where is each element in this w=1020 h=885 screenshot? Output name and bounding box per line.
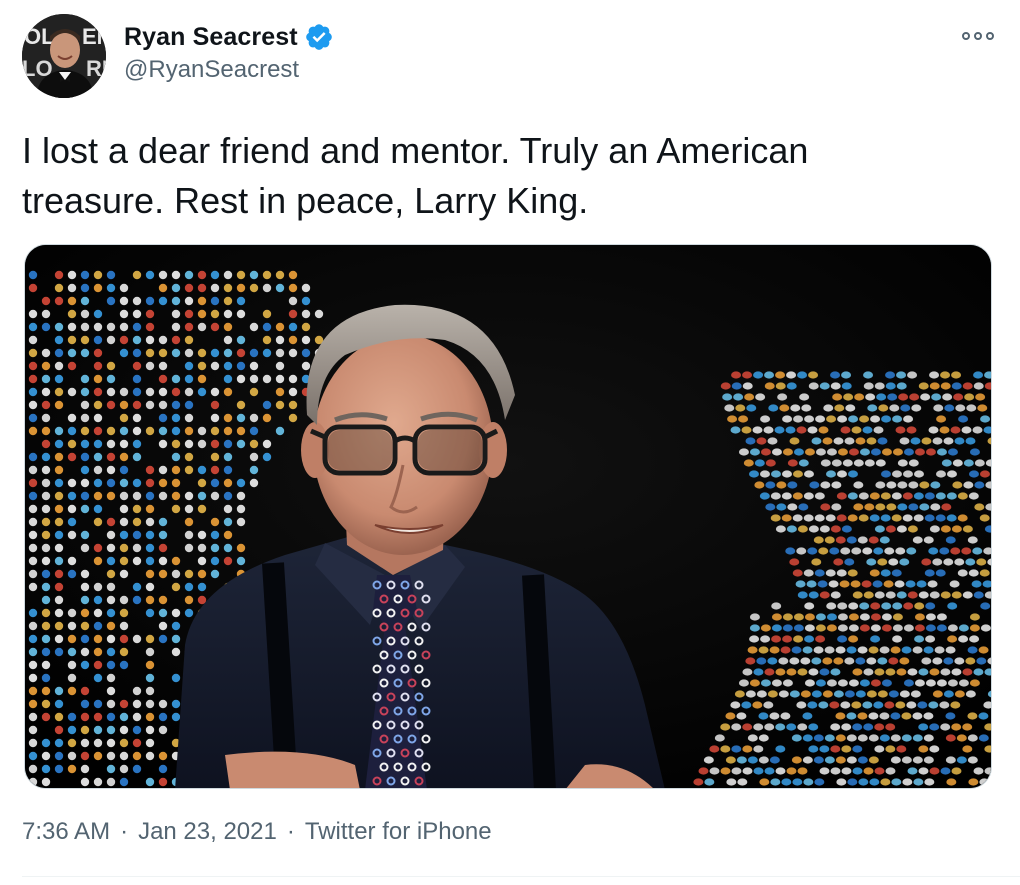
tweet-time[interactable]: 7:36 AM xyxy=(22,818,110,846)
more-options-icon[interactable] xyxy=(962,28,994,44)
svg-text:RF: RF xyxy=(86,56,106,81)
tweet-media-photo[interactable] xyxy=(24,244,992,789)
tweet-text: I lost a dear friend and mentor. Truly a… xyxy=(22,126,982,226)
author-display-name[interactable]: Ryan Seacrest xyxy=(124,23,298,52)
svg-text:EN: EN xyxy=(82,24,106,49)
tweet-card: OL EN LO RF Ryan Seacrest @RyanSeacrest xyxy=(0,0,1020,885)
verified-badge-icon xyxy=(304,22,334,52)
photo-larry-king-with-led-map xyxy=(25,245,991,788)
meta-separator: · xyxy=(286,818,295,845)
author-handle[interactable]: @RyanSeacrest xyxy=(124,56,334,84)
tweet-source[interactable]: Twitter for iPhone xyxy=(305,818,492,846)
divider xyxy=(22,876,1020,877)
avatar-image: OL EN LO RF xyxy=(22,14,106,98)
tweet-text-line: treasure. Rest in peace, Larry King. xyxy=(22,180,589,221)
name-row: Ryan Seacrest xyxy=(124,20,334,54)
tweet-meta: 7:36 AM · Jan 23, 2021 · Twitter for iPh… xyxy=(22,818,492,846)
tweet-date[interactable]: Jan 23, 2021 xyxy=(138,818,277,846)
meta-separator: · xyxy=(120,818,129,845)
author-info: Ryan Seacrest @RyanSeacrest xyxy=(124,20,334,84)
svg-text:OL: OL xyxy=(24,24,55,49)
author-avatar[interactable]: OL EN LO RF xyxy=(22,14,106,98)
tweet-text-line: I lost a dear friend and mentor. Truly a… xyxy=(22,130,809,171)
